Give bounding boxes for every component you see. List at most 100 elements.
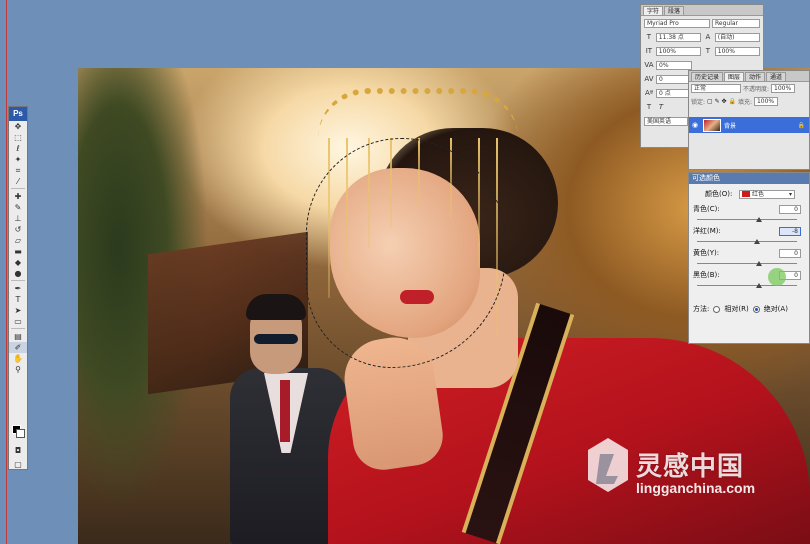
magenta-field[interactable]: -8 <box>779 226 801 236</box>
hand-tool-icon[interactable]: ✋ <box>9 353 27 364</box>
screen-mode-icon[interactable]: ▢ <box>9 459 27 470</box>
layer-row-background[interactable]: ◉ 背景 🔒 <box>689 117 809 133</box>
eyedropper-active-tool-icon[interactable]: ✐ <box>9 342 27 353</box>
tab-history[interactable]: 历史记录 <box>691 72 724 81</box>
watermark-url: lingganchina.com <box>636 480 756 496</box>
baseline-shift-field[interactable]: 0 点 <box>656 88 692 98</box>
brush-tool-icon[interactable]: ✎ <box>9 202 27 213</box>
lasso-tool-icon[interactable]: ℓ <box>9 143 27 154</box>
yellow-field[interactable]: 0 <box>779 248 801 258</box>
ps-logo: Ps <box>9 107 27 121</box>
lock-label: 锁定: <box>691 99 706 106</box>
leading-field[interactable]: (自动) <box>714 32 760 42</box>
tracking-icon: VA <box>644 61 654 69</box>
character-panel-tabs: 字符 段落 <box>641 5 763 16</box>
yellow-slider-track[interactable] <box>697 263 797 264</box>
toolbox: Ps ✥ ⬚ ℓ ✦ ⌗ ⁄ ✚ ✎ ⊥ ↺ ▱ ▬ ◆ ● ✒ T ➤ ▭ ▤… <box>8 106 28 470</box>
magic-wand-tool-icon[interactable]: ✦ <box>9 154 27 165</box>
photo-groom-tie <box>280 380 290 442</box>
method-relative-radio[interactable] <box>713 305 721 313</box>
blend-mode-select[interactable]: 正常 <box>691 84 741 93</box>
selective-color-title: 可选颜色 <box>689 173 809 184</box>
faux-italic-icon[interactable]: T <box>656 103 666 111</box>
baseline-shift-icon: Aª <box>644 89 654 97</box>
layer-thumbnail <box>703 118 721 132</box>
colors-select[interactable]: 红色 ▾ <box>739 189 795 199</box>
tab-character[interactable]: 字符 <box>643 6 664 15</box>
tracking-field[interactable]: 0% <box>656 60 692 70</box>
marquee-tool-icon[interactable]: ⬚ <box>9 132 27 143</box>
cyan-label: 青色(C): <box>693 205 720 213</box>
faux-bold-icon[interactable]: T <box>644 103 654 111</box>
method-label: 方法: <box>693 305 710 313</box>
lock-icons[interactable]: ▢ ✎ ✥ 🔒 <box>707 98 736 105</box>
method-absolute-label: 绝对(A) <box>763 305 788 313</box>
shape-tool-icon[interactable]: ▭ <box>9 316 27 327</box>
layers-panel: 历史记录 图层 动作 通道 正常 不透明度: 100% 锁定: ▢ ✎ ✥ 🔒 … <box>688 70 810 170</box>
watermark-text: 灵感中国 <box>636 452 745 482</box>
healing-brush-tool-icon[interactable]: ✚ <box>9 191 27 202</box>
selective-color-panel: 可选颜色 颜色(O): 红色 ▾ 青色(C): 0 洋红(M): -8 黄色(Y… <box>688 172 810 344</box>
tab-channels[interactable]: 通道 <box>766 72 787 81</box>
colors-label: 颜色(O): <box>705 190 733 198</box>
font-style-select[interactable]: Regular <box>712 18 760 28</box>
move-tool-icon[interactable]: ✥ <box>9 121 27 132</box>
opacity-label: 不透明度: <box>743 86 770 93</box>
blur-tool-icon[interactable]: ◆ <box>9 257 27 268</box>
magenta-label: 洋红(M): <box>693 227 721 235</box>
vertical-scale-icon: IT <box>645 47 653 55</box>
font-size-icon: T <box>646 33 652 41</box>
vertical-scale-field[interactable]: 100% <box>655 46 701 56</box>
cyan-slider-track[interactable] <box>697 219 797 220</box>
font-size-field[interactable]: 11.38 点 <box>655 32 701 42</box>
layer-lock-icon: 🔒 <box>797 121 805 129</box>
horizontal-scale-icon: T <box>705 47 711 55</box>
quick-mask-icon[interactable]: ◘ <box>9 445 27 456</box>
method-absolute-radio[interactable] <box>752 305 760 313</box>
cyan-slider-thumb[interactable] <box>756 217 762 222</box>
yellow-slider-thumb[interactable] <box>756 261 762 266</box>
notes-tool-icon[interactable]: ▤ <box>9 331 27 342</box>
eraser-tool-icon[interactable]: ▱ <box>9 235 27 246</box>
opacity-field[interactable]: 100% <box>771 84 796 93</box>
layers-panel-tabs: 历史记录 图层 动作 通道 <box>689 71 809 82</box>
background-color-swatch[interactable] <box>16 429 25 438</box>
path-selection-tool-icon[interactable]: ➤ <box>9 305 27 316</box>
chevron-down-icon: ▾ <box>788 190 792 198</box>
pen-tool-icon[interactable]: ✒ <box>9 283 27 294</box>
font-family-select[interactable]: Myriad Pro <box>644 18 710 28</box>
ruler-guide <box>6 0 7 544</box>
cursor-highlight <box>768 268 786 286</box>
watermark-logo-icon <box>588 438 628 492</box>
tab-paragraph[interactable]: 段落 <box>664 6 685 15</box>
fill-field[interactable]: 100% <box>753 97 778 106</box>
zoom-tool-icon[interactable]: ⚲ <box>9 364 27 375</box>
tab-actions[interactable]: 动作 <box>745 72 766 81</box>
eyedropper-tool-icon[interactable]: ⁄ <box>9 176 27 187</box>
photo-groom-hair <box>246 294 306 320</box>
gradient-tool-icon[interactable]: ▬ <box>9 246 27 257</box>
leading-icon: A <box>705 33 711 41</box>
black-label: 黑色(B): <box>693 271 720 279</box>
history-brush-tool-icon[interactable]: ↺ <box>9 224 27 235</box>
kerning-icon: AV <box>644 75 654 83</box>
black-slider-thumb[interactable] <box>756 283 762 288</box>
layer-name: 背景 <box>724 122 737 130</box>
photo-headdress <box>318 88 518 138</box>
yellow-label: 黄色(Y): <box>693 249 720 257</box>
cyan-field[interactable]: 0 <box>779 204 801 214</box>
black-slider-track[interactable] <box>697 285 797 286</box>
horizontal-scale-field[interactable]: 100% <box>714 46 760 56</box>
layer-visibility-eye-icon[interactable]: ◉ <box>692 121 698 129</box>
crop-tool-icon[interactable]: ⌗ <box>9 165 27 176</box>
tab-layers[interactable]: 图层 <box>724 72 745 81</box>
colors-value: 红色 <box>752 190 765 198</box>
dodge-tool-icon[interactable]: ● <box>9 268 27 279</box>
kerning-field[interactable]: 0 <box>656 74 692 84</box>
magenta-slider-thumb[interactable] <box>754 239 760 244</box>
clone-stamp-tool-icon[interactable]: ⊥ <box>9 213 27 224</box>
language-select[interactable]: 美国英语 <box>644 116 688 126</box>
type-tool-icon[interactable]: T <box>9 294 27 305</box>
fill-label: 填充: <box>737 99 752 106</box>
magenta-slider-track[interactable] <box>697 241 797 242</box>
